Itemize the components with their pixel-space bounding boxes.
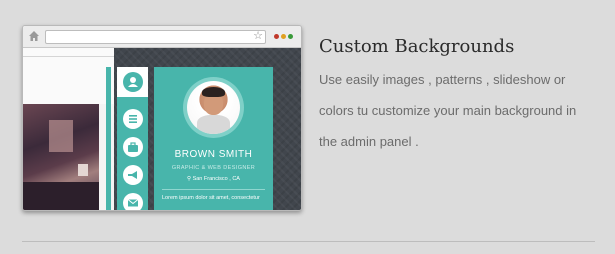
- map-pin-icon: ⚲: [187, 176, 192, 182]
- avatar-ring: [183, 77, 244, 138]
- icon-sidebar: [117, 67, 148, 210]
- address-bar: ☆: [45, 30, 266, 44]
- close-dot-icon: [274, 34, 279, 39]
- list-icon: [123, 109, 143, 129]
- room-photo: [23, 104, 99, 210]
- accent-strip: [106, 67, 111, 210]
- star-icon: ☆: [253, 30, 263, 42]
- profile-name: BROWN SMITH: [174, 149, 253, 160]
- home-icon: [29, 31, 39, 41]
- panel-divider: [23, 56, 114, 57]
- maximize-dot-icon: [288, 34, 293, 39]
- feature-title: Custom Backgrounds: [319, 36, 515, 57]
- megaphone-icon: [123, 165, 143, 185]
- profile-location: ⚲ San Francisco , CA: [154, 176, 273, 182]
- browser-toolbar: ☆: [23, 26, 301, 48]
- nav-item-profile: [117, 67, 148, 97]
- avatar: [187, 81, 240, 134]
- briefcase-icon: [123, 137, 143, 157]
- description-line: the admin panel .: [319, 134, 419, 149]
- description-line: Use easily images , patterns , slideshow…: [319, 72, 566, 87]
- description-line: colors tu customize your main background…: [319, 103, 577, 118]
- content-panel: [23, 48, 114, 210]
- minimize-dot-icon: [281, 34, 286, 39]
- browser-mockup: ☆ BROWN SMITH GRAPHIC & WEB DESIGNER ⚲ S…: [22, 25, 302, 211]
- section-divider: [22, 241, 595, 242]
- profile-bio: Lorem ipsum dolor sit amet, consectetur: [162, 195, 260, 201]
- profile-divider: [162, 189, 265, 190]
- site-preview: BROWN SMITH GRAPHIC & WEB DESIGNER ⚲ San…: [23, 48, 301, 210]
- profile-card: BROWN SMITH GRAPHIC & WEB DESIGNER ⚲ San…: [154, 67, 273, 210]
- envelope-icon: [123, 193, 143, 210]
- profile-role: GRAPHIC & WEB DESIGNER: [171, 165, 256, 171]
- profile-location-text: San Francisco , CA: [192, 176, 240, 182]
- feature-description: Use easily images , patterns , slideshow…: [319, 64, 609, 157]
- user-icon: [123, 72, 143, 92]
